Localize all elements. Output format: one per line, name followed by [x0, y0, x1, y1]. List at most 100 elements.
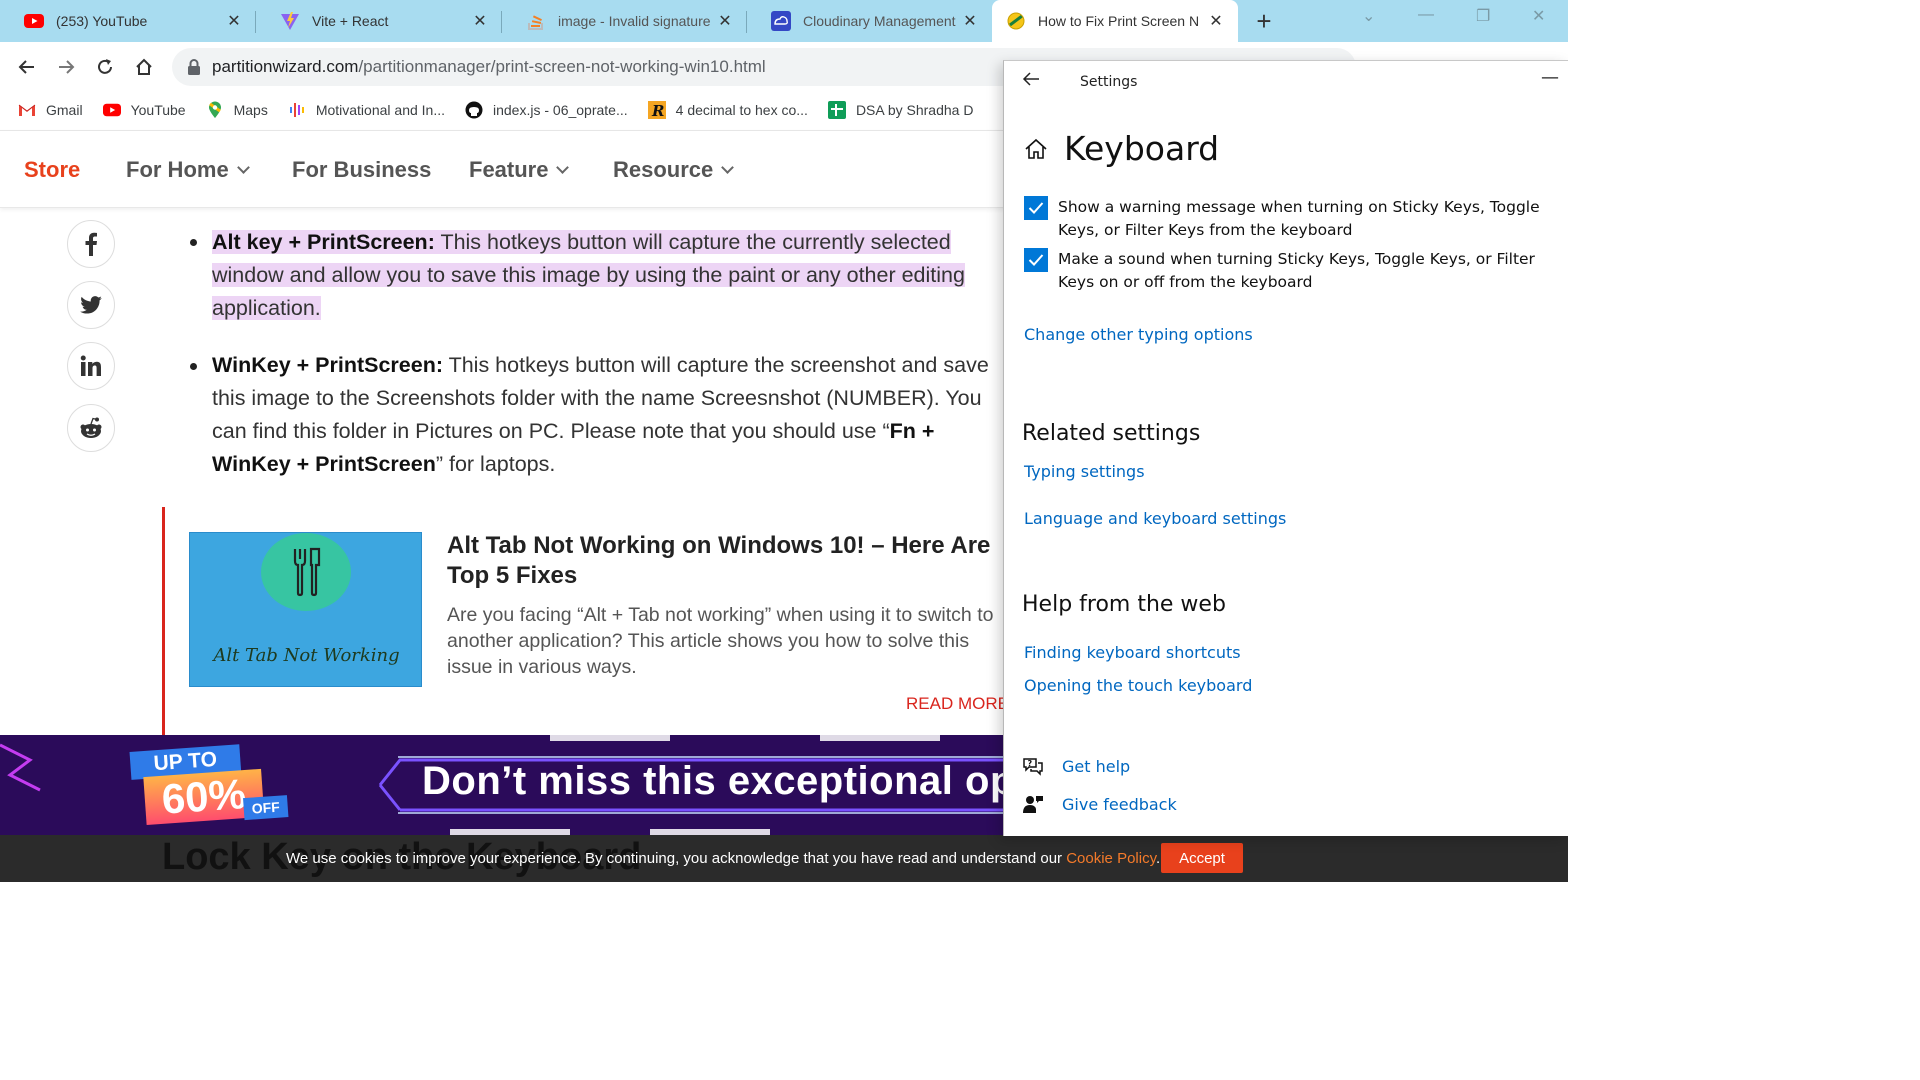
- language-keyboard-settings-link[interactable]: Language and keyboard settings: [1024, 509, 1286, 528]
- bookmark-label: index.js - 06_oprate...: [493, 102, 628, 118]
- give-feedback-row[interactable]: Give feedback: [1022, 794, 1177, 814]
- home-icon: [136, 58, 152, 75]
- close-tab-icon[interactable]: ✕: [1206, 11, 1226, 31]
- bookmark-label: Maps: [233, 102, 268, 118]
- warning-message-checkbox[interactable]: [1024, 196, 1048, 220]
- youtube-icon: [24, 11, 44, 31]
- partitionwizard-icon: [1006, 11, 1026, 31]
- home-icon[interactable]: [1024, 137, 1048, 161]
- tab-youtube[interactable]: (253) YouTube ✕: [0, 0, 256, 42]
- bullet-body-end: ” for laptops.: [435, 452, 556, 476]
- sheets-icon: [827, 101, 846, 119]
- tab-stackoverflow[interactable]: image - Invalid signature ✕: [502, 0, 747, 42]
- close-window-icon[interactable]: ✕: [1532, 6, 1545, 26]
- bookmark-github[interactable]: index.js - 06_oprate...: [465, 101, 628, 119]
- share-linkedin-button[interactable]: [67, 342, 115, 390]
- nav-store[interactable]: Store: [24, 157, 80, 183]
- reddit-icon: [80, 417, 102, 438]
- bullet-heading: Alt key + PrintScreen:: [212, 230, 435, 254]
- nav-feature[interactable]: Feature: [469, 157, 570, 183]
- close-tab-icon[interactable]: ✕: [470, 11, 490, 31]
- restore-window-icon[interactable]: ❐: [1476, 6, 1490, 26]
- bookmark-label: Motivational and In...: [315, 102, 445, 118]
- bookmark-label: DSA by Shradha D: [855, 102, 974, 118]
- checkmark-icon: [1028, 254, 1044, 266]
- bookmark-youtube[interactable]: YouTube: [102, 101, 186, 119]
- tab-partitionwizard[interactable]: How to Fix Print Screen N ✕: [992, 0, 1238, 42]
- twitter-icon: [80, 296, 102, 314]
- tab-search-icon[interactable]: ⌄: [1362, 6, 1375, 26]
- bullet-heading: WinKey + PrintScreen:: [212, 353, 443, 377]
- nav-label: Resource: [613, 157, 714, 182]
- bookmark-label: YouTube: [130, 102, 186, 118]
- cookie-policy-link[interactable]: Cookie Policy: [1066, 850, 1156, 867]
- get-help-link[interactable]: Get help: [1062, 757, 1130, 776]
- related-post-thumbnail[interactable]: Alt Tab Not Working: [189, 532, 422, 687]
- r-icon: R: [647, 101, 666, 119]
- list-bullet: [190, 363, 197, 370]
- svg-text:?: ?: [1028, 759, 1033, 768]
- tab-title: How to Fix Print Screen N: [1038, 13, 1200, 29]
- tab-title: (253) YouTube: [56, 13, 148, 29]
- settings-back-button[interactable]: [1022, 71, 1040, 92]
- reload-button[interactable]: [90, 52, 120, 82]
- settings-page-title: Keyboard: [1064, 129, 1220, 168]
- sound-label[interactable]: Make a sound when turning Sticky Keys, T…: [1058, 248, 1568, 294]
- nav-label: Feature: [469, 157, 549, 182]
- github-icon: [465, 101, 483, 119]
- maps-icon: [206, 101, 224, 119]
- tab-vite[interactable]: Vite + React ✕: [256, 0, 502, 42]
- bookmark-gmail[interactable]: Gmail: [18, 101, 83, 119]
- cloudinary-icon: [771, 11, 791, 31]
- banner-headline: Don’t miss this exceptional opp: [422, 759, 1010, 803]
- change-typing-options-link[interactable]: Change other typing options: [1024, 325, 1253, 344]
- vite-icon: [280, 11, 300, 31]
- settings-minimize-button[interactable]: —: [1541, 67, 1559, 88]
- home-button[interactable]: [129, 52, 159, 82]
- facebook-icon: [85, 232, 97, 256]
- nav-for-business[interactable]: For Business: [292, 157, 431, 183]
- chevron-down-icon: [236, 161, 250, 174]
- forward-arrow-icon: [59, 60, 75, 74]
- accept-cookies-button[interactable]: Accept: [1161, 843, 1243, 873]
- finding-shortcuts-link[interactable]: Finding keyboard shortcuts: [1024, 643, 1241, 662]
- typing-settings-link[interactable]: Typing settings: [1024, 462, 1145, 481]
- opening-touch-keyboard-link[interactable]: Opening the touch keyboard: [1024, 676, 1252, 695]
- chevron-down-icon: [721, 161, 735, 174]
- highlighted-text: Alt key + PrintScreen: This hotkeys butt…: [212, 230, 965, 320]
- minimize-window-icon[interactable]: —: [1418, 6, 1434, 24]
- cookie-text-end: .: [1155, 850, 1161, 867]
- new-tab-button[interactable]: +: [1252, 6, 1276, 37]
- forward-button[interactable]: [51, 52, 81, 82]
- settings-page-header: Keyboard: [1024, 129, 1219, 168]
- share-facebook-button[interactable]: [67, 220, 115, 268]
- sound-checkbox[interactable]: [1024, 248, 1048, 272]
- bookmark-motivational[interactable]: Motivational and In...: [288, 101, 445, 119]
- stackoverflow-icon: [526, 11, 546, 31]
- bookmark-decimal-hex[interactable]: R 4 decimal to hex co...: [647, 101, 808, 119]
- tab-title: Cloudinary Management: [803, 13, 956, 29]
- bullet-winkey-printscreen: WinKey + PrintScreen: This hotkeys butto…: [212, 349, 1010, 481]
- nav-for-home[interactable]: For Home: [126, 157, 250, 183]
- close-tab-icon[interactable]: ✕: [224, 11, 244, 31]
- warning-message-label[interactable]: Show a warning message when turning on S…: [1058, 196, 1568, 242]
- get-help-row[interactable]: ? Get help: [1022, 756, 1130, 776]
- bookmark-maps[interactable]: Maps: [206, 101, 268, 119]
- share-twitter-button[interactable]: [67, 281, 115, 329]
- url-path: /partitionmanager/print-screen-not-worki…: [358, 57, 766, 76]
- back-button[interactable]: [12, 52, 42, 82]
- promo-banner[interactable]: UP TO 60% OFF Don’t miss this exceptiona…: [0, 735, 1010, 835]
- close-tab-icon[interactable]: ✕: [715, 11, 735, 31]
- give-feedback-link[interactable]: Give feedback: [1062, 795, 1177, 814]
- checkmark-icon: [1028, 202, 1044, 214]
- close-tab-icon[interactable]: ✕: [960, 11, 980, 31]
- nav-resource[interactable]: Resource: [613, 157, 735, 183]
- read-more-link[interactable]: READ MORE: [906, 694, 1009, 714]
- chevron-down-icon: [556, 161, 570, 174]
- url-domain: partitionwizard.com: [212, 57, 359, 76]
- tab-cloudinary[interactable]: Cloudinary Management ✕: [747, 0, 992, 42]
- share-reddit-button[interactable]: [67, 404, 115, 452]
- bookmark-dsa[interactable]: DSA by Shradha D: [827, 101, 974, 119]
- related-post-title[interactable]: Alt Tab Not Working on Windows 10! – Her…: [447, 531, 1007, 591]
- chat-help-icon: ?: [1023, 758, 1043, 776]
